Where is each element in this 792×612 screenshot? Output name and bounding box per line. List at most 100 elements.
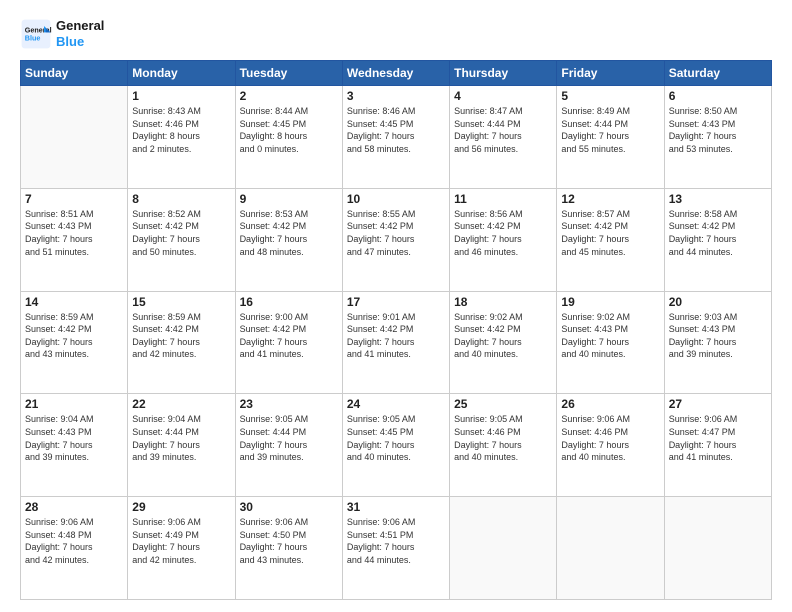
calendar-cell: 24Sunrise: 9:05 AM Sunset: 4:45 PM Dayli… [342,394,449,497]
day-number: 9 [240,192,338,206]
calendar-cell [664,497,771,600]
day-info: Sunrise: 8:56 AM Sunset: 4:42 PM Dayligh… [454,208,552,258]
calendar-cell: 18 Sunrise: 9:02 AM Sunset: 4:42 PM Dayli… [450,291,557,394]
calendar-cell: 15 Sunrise: 8:59 AM Sunset: 4:42 PM Dayli… [128,291,235,394]
day-info: Sunrise: 9:06 AM Sunset: 4:47 PM Dayligh… [669,413,767,463]
logo-icon: General Blue [20,18,52,50]
logo: General Blue General Blue [20,18,104,50]
logo-text: General Blue [56,18,104,49]
page: General Blue General Blue SundayMondayTu… [0,0,792,612]
svg-text:Blue: Blue [25,33,41,42]
day-info: Sunrise: 9:06 AM Sunset: 4:46 PM Dayligh… [561,413,659,463]
calendar-cell: 4 Sunrise: 8:47 AM Sunset: 4:44 PM Daylig… [450,86,557,189]
day-number: 15 [132,295,230,309]
weekday-header: Monday [128,61,235,86]
calendar-cell: 22 Sunrise: 9:04 AM Sunset: 4:44 PM Dayli… [128,394,235,497]
day-info: Sunrise: 8:47 AM Sunset: 4:44 PM Dayligh… [454,105,552,155]
day-number: 27 [669,397,767,411]
day-info: Sunrise: 8:51 AM Sunset: 4:43 PM Dayligh… [25,208,123,258]
day-info: Sunrise: 9:05 AM Sunset: 4:44 PM Dayligh… [240,413,338,463]
day-number: 28 [25,500,123,514]
calendar-cell: 16Sunrise: 9:00 AM Sunset: 4:42 PM Dayli… [235,291,342,394]
calendar-cell: 8 Sunrise: 8:52 AM Sunset: 4:42 PM Daylig… [128,188,235,291]
day-info: Sunrise: 8:46 AM Sunset: 4:45 PM Dayligh… [347,105,445,155]
day-info: Sunrise: 8:49 AM Sunset: 4:44 PM Dayligh… [561,105,659,155]
day-number: 25 [454,397,552,411]
day-number: 11 [454,192,552,206]
calendar-cell: 6 Sunrise: 8:50 AM Sunset: 4:43 PM Daylig… [664,86,771,189]
calendar-cell: 10 Sunrise: 8:55 AM Sunset: 4:42 PM Dayli… [342,188,449,291]
calendar-week-row: 7 Sunrise: 8:51 AM Sunset: 4:43 PM Daylig… [21,188,772,291]
calendar-week-row: 21 Sunrise: 9:04 AM Sunset: 4:43 PM Dayli… [21,394,772,497]
weekday-header: Friday [557,61,664,86]
day-info: Sunrise: 8:58 AM Sunset: 4:42 PM Dayligh… [669,208,767,258]
calendar-cell: 2 Sunrise: 8:44 AM Sunset: 4:45 PM Daylig… [235,86,342,189]
day-number: 20 [669,295,767,309]
calendar-week-row: 14Sunrise: 8:59 AM Sunset: 4:42 PM Dayli… [21,291,772,394]
day-info: Sunrise: 9:06 AM Sunset: 4:50 PM Dayligh… [240,516,338,566]
calendar-cell: 14Sunrise: 8:59 AM Sunset: 4:42 PM Dayli… [21,291,128,394]
day-number: 24 [347,397,445,411]
day-number: 13 [669,192,767,206]
calendar-cell: 31Sunrise: 9:06 AM Sunset: 4:51 PM Dayli… [342,497,449,600]
day-info: Sunrise: 8:57 AM Sunset: 4:42 PM Dayligh… [561,208,659,258]
day-number: 22 [132,397,230,411]
day-info: Sunrise: 9:05 AM Sunset: 4:46 PM Dayligh… [454,413,552,463]
day-number: 6 [669,89,767,103]
calendar-cell: 27 Sunrise: 9:06 AM Sunset: 4:47 PM Dayli… [664,394,771,497]
day-info: Sunrise: 9:06 AM Sunset: 4:49 PM Dayligh… [132,516,230,566]
day-number: 31 [347,500,445,514]
day-info: Sunrise: 8:59 AM Sunset: 4:42 PM Dayligh… [25,311,123,361]
calendar-cell: 9 Sunrise: 8:53 AM Sunset: 4:42 PM Daylig… [235,188,342,291]
day-info: Sunrise: 9:03 AM Sunset: 4:43 PM Dayligh… [669,311,767,361]
day-info: Sunrise: 9:01 AM Sunset: 4:42 PM Dayligh… [347,311,445,361]
day-info: Sunrise: 8:53 AM Sunset: 4:42 PM Dayligh… [240,208,338,258]
day-number: 29 [132,500,230,514]
calendar-cell [557,497,664,600]
day-info: Sunrise: 8:52 AM Sunset: 4:42 PM Dayligh… [132,208,230,258]
calendar-cell: 28Sunrise: 9:06 AM Sunset: 4:48 PM Dayli… [21,497,128,600]
calendar-cell [450,497,557,600]
day-number: 21 [25,397,123,411]
calendar-header-row: SundayMondayTuesdayWednesdayThursdayFrid… [21,61,772,86]
day-number: 18 [454,295,552,309]
day-number: 5 [561,89,659,103]
calendar-cell: 11 Sunrise: 8:56 AM Sunset: 4:42 PM Dayli… [450,188,557,291]
day-number: 16 [240,295,338,309]
weekday-header: Wednesday [342,61,449,86]
day-info: Sunrise: 8:59 AM Sunset: 4:42 PM Dayligh… [132,311,230,361]
header: General Blue General Blue [20,18,772,50]
day-number: 7 [25,192,123,206]
day-info: Sunrise: 8:43 AM Sunset: 4:46 PM Dayligh… [132,105,230,155]
calendar-cell: 19Sunrise: 9:02 AM Sunset: 4:43 PM Dayli… [557,291,664,394]
calendar-cell: 20 Sunrise: 9:03 AM Sunset: 4:43 PM Dayli… [664,291,771,394]
calendar-cell: 1 Sunrise: 8:43 AM Sunset: 4:46 PM Daylig… [128,86,235,189]
calendar-cell: 23Sunrise: 9:05 AM Sunset: 4:44 PM Dayli… [235,394,342,497]
day-number: 30 [240,500,338,514]
calendar-cell: 29 Sunrise: 9:06 AM Sunset: 4:49 PM Dayli… [128,497,235,600]
day-number: 3 [347,89,445,103]
calendar-cell [21,86,128,189]
day-info: Sunrise: 9:04 AM Sunset: 4:43 PM Dayligh… [25,413,123,463]
weekday-header: Tuesday [235,61,342,86]
calendar-week-row: 28Sunrise: 9:06 AM Sunset: 4:48 PM Dayli… [21,497,772,600]
day-info: Sunrise: 8:55 AM Sunset: 4:42 PM Dayligh… [347,208,445,258]
calendar-cell: 5 Sunrise: 8:49 AM Sunset: 4:44 PM Daylig… [557,86,664,189]
day-number: 17 [347,295,445,309]
day-number: 12 [561,192,659,206]
day-info: Sunrise: 8:50 AM Sunset: 4:43 PM Dayligh… [669,105,767,155]
day-number: 1 [132,89,230,103]
calendar-cell: 7 Sunrise: 8:51 AM Sunset: 4:43 PM Daylig… [21,188,128,291]
day-number: 4 [454,89,552,103]
day-info: Sunrise: 8:44 AM Sunset: 4:45 PM Dayligh… [240,105,338,155]
day-number: 8 [132,192,230,206]
calendar-cell: 3 Sunrise: 8:46 AM Sunset: 4:45 PM Daylig… [342,86,449,189]
weekday-header: Sunday [21,61,128,86]
day-number: 2 [240,89,338,103]
calendar-week-row: 1 Sunrise: 8:43 AM Sunset: 4:46 PM Daylig… [21,86,772,189]
weekday-header: Saturday [664,61,771,86]
day-info: Sunrise: 9:04 AM Sunset: 4:44 PM Dayligh… [132,413,230,463]
day-info: Sunrise: 9:02 AM Sunset: 4:42 PM Dayligh… [454,311,552,361]
day-number: 10 [347,192,445,206]
day-number: 19 [561,295,659,309]
